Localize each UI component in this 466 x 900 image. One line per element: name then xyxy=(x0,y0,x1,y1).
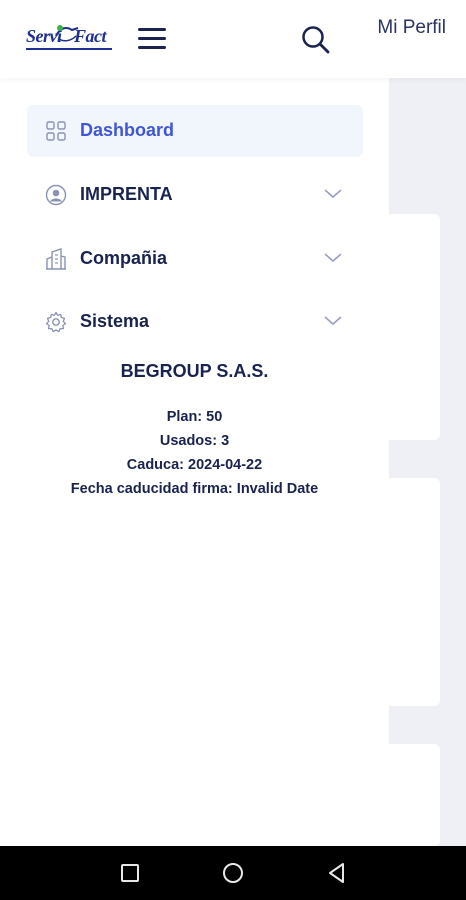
building-icon xyxy=(46,248,66,270)
sidebar-item-sistema[interactable]: Sistema xyxy=(27,296,363,348)
servifact-logo[interactable]: Servi Fact xyxy=(24,20,114,58)
profile-link[interactable]: Mi Perfil xyxy=(377,17,446,39)
back-icon[interactable] xyxy=(325,861,349,885)
search-icon[interactable] xyxy=(300,24,332,56)
chevron-down-icon[interactable] xyxy=(323,314,343,328)
sidebar-item-label: IMPRENTA xyxy=(80,184,173,204)
sidebar-item-label: Sistema xyxy=(80,311,150,331)
sidebar-item-label: Dashboard xyxy=(80,120,175,140)
hamburger-icon[interactable] xyxy=(136,24,168,52)
app-header: Servi Fact Mi Perfil xyxy=(0,0,466,78)
gear-icon xyxy=(45,311,67,333)
plan-info: Plan: 50 xyxy=(166,409,223,425)
sidebar-item-imprenta[interactable]: IMPRENTA xyxy=(27,169,363,221)
logo-text-right: Fact xyxy=(74,26,107,46)
logo-underline xyxy=(26,48,112,54)
company-name: BEGROUP S.A.S. xyxy=(120,361,269,381)
sidebar-item-compania[interactable]: Compañia xyxy=(27,233,363,285)
sidebar-item-dashboard[interactable]: Dashboard xyxy=(27,105,363,157)
sidebar-item-label: Compañia xyxy=(80,248,168,268)
recent-apps-icon[interactable] xyxy=(118,861,142,885)
usados-info: Usados: 3 xyxy=(159,433,230,449)
caduca-info: Caduca: 2024-04-22 xyxy=(126,457,263,473)
sidebar-drawer: Dashboard IMPRENTA Compañia Sistema BEGR… xyxy=(0,78,389,846)
chevron-down-icon[interactable] xyxy=(323,187,343,201)
home-icon[interactable] xyxy=(221,861,245,885)
user-circle-icon xyxy=(45,184,67,206)
firma-info: Fecha caducidad firma: Invalid Date xyxy=(70,481,319,497)
grid-icon xyxy=(46,121,66,141)
chevron-down-icon[interactable] xyxy=(323,251,343,265)
system-nav-bar xyxy=(0,846,466,900)
